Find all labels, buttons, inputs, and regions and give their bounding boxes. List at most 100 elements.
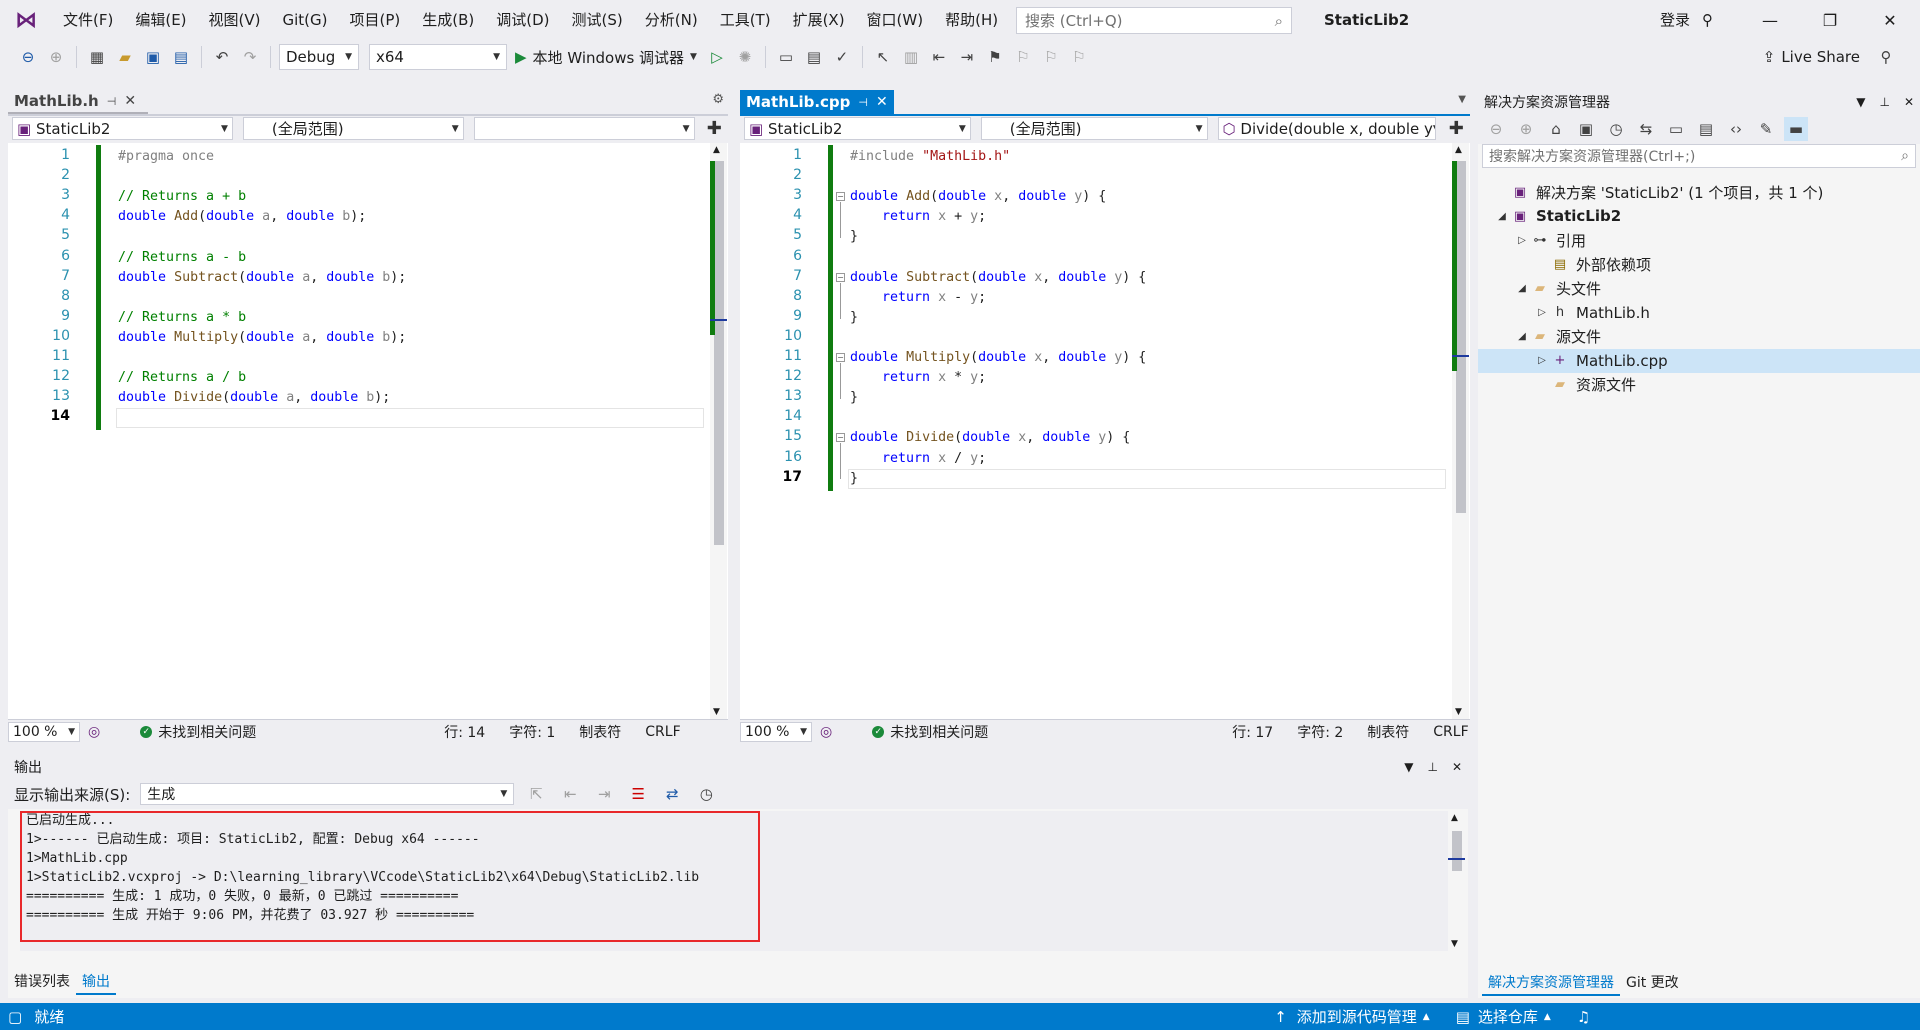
forward-icon[interactable]: ⊕ <box>1514 117 1538 141</box>
tab-git-changes[interactable]: Git 更改 <box>1620 970 1685 996</box>
sync-icon[interactable]: ⇆ <box>1634 117 1658 141</box>
select-repo-button[interactable]: 选择仓库 <box>1478 1006 1538 1027</box>
bookmark-next-icon[interactable]: ⚐ <box>1039 45 1063 69</box>
tab-list-dropdown-icon[interactable]: ▼ <box>1458 94 1466 105</box>
bookmark-clear-icon[interactable]: ⚐ <box>1067 45 1091 69</box>
code-line[interactable]: // Returns a + b <box>118 187 246 207</box>
browse-icon[interactable]: ▭ <box>774 45 798 69</box>
editor-scrollbar[interactable]: ▲ ▼ <box>710 143 727 719</box>
code-line[interactable]: // Returns a / b <box>118 368 246 388</box>
tab-output[interactable]: 输出 <box>76 969 116 995</box>
project-combo[interactable]: ▣ StaticLib2 ▼ <box>12 117 233 140</box>
char-indicator[interactable]: 字符: 2 <box>1297 722 1343 742</box>
notifications-icon[interactable]: ♫ <box>1577 1008 1590 1026</box>
expanded-arrow-icon[interactable]: ◢ <box>1514 283 1530 294</box>
fold-toggle-icon[interactable]: − <box>836 272 845 282</box>
scroll-down-icon[interactable]: ▼ <box>1451 939 1458 949</box>
char-indicator[interactable]: 字符: 1 <box>509 722 555 742</box>
bookmark-prev-icon[interactable]: ⚐ <box>1011 45 1035 69</box>
settings-gear-icon[interactable]: ⚙ <box>712 92 724 107</box>
close-panel-icon[interactable]: ✕ <box>1904 95 1914 109</box>
platform-select[interactable]: x64 ▼ <box>369 44 507 70</box>
left-code-editor[interactable]: 1 #pragma once 2 3 // Returns a + b 4 double A… <box>8 143 728 719</box>
new-project-icon[interactable]: ▦ <box>85 45 109 69</box>
menu-item[interactable]: 编辑(E) <box>124 0 197 40</box>
code-line[interactable]: double Add(double a, double b); <box>118 207 366 227</box>
fold-toggle-icon[interactable]: − <box>836 433 845 443</box>
tree-item[interactable]: ▣ 解决方案 'StaticLib2' (1 个项目，共 1 个) <box>1478 180 1920 204</box>
preview-icon[interactable]: ▬ <box>1784 117 1808 141</box>
bookmark-icon[interactable]: ⚑ <box>983 45 1007 69</box>
fold-toggle-icon[interactable]: − <box>836 353 845 362</box>
start-without-debugging-icon[interactable]: ▷ <box>705 45 729 69</box>
tree-item[interactable]: ◢ ▰ 头文件 <box>1478 276 1920 300</box>
switch-views-icon[interactable]: ▣ <box>1574 117 1598 141</box>
scroll-thumb[interactable] <box>714 161 724 545</box>
menu-item[interactable]: 文件(F) <box>52 0 124 40</box>
timestamps-icon[interactable]: ◷ <box>694 782 718 806</box>
view-code-icon[interactable]: ‹› <box>1724 117 1748 141</box>
scroll-down-icon[interactable]: ▼ <box>713 707 720 717</box>
code-line[interactable]: return x / y; <box>850 449 986 469</box>
spell-check-icon[interactable]: ✓ <box>830 45 854 69</box>
menu-item[interactable]: 扩展(X) <box>782 0 856 40</box>
pin-icon[interactable]: ⊣ <box>858 96 868 109</box>
menu-item[interactable]: 窗口(W) <box>856 0 935 40</box>
eol-indicator[interactable]: CRLF <box>1433 724 1468 740</box>
line-indicator[interactable]: 行: 14 <box>444 722 485 742</box>
next-message-icon[interactable]: ⇥ <box>592 782 616 806</box>
scroll-up-icon[interactable]: ▲ <box>1451 813 1458 823</box>
menu-item[interactable]: 帮助(H) <box>934 0 1009 40</box>
properties-icon[interactable]: ✎ <box>1754 117 1778 141</box>
tree-item[interactable]: ▤ 外部依赖项 <box>1478 252 1920 276</box>
tree-item[interactable]: ◢ ▰ 源文件 <box>1478 325 1920 349</box>
step-icon[interactable]: ▥ <box>899 45 923 69</box>
tabs-indicator[interactable]: 制表符 <box>579 722 621 742</box>
scroll-up-icon[interactable]: ▲ <box>1455 145 1462 155</box>
split-editor-icon[interactable]: ✚ <box>1446 118 1466 139</box>
output-scrollbar[interactable]: ▲ ▼ <box>1448 811 1465 951</box>
code-line[interactable]: #include "MathLib.h" <box>850 147 1010 167</box>
code-line[interactable]: // Returns a - b <box>118 248 246 268</box>
code-line[interactable]: double Subtract(double x, double y) { <box>850 268 1146 288</box>
scroll-thumb[interactable] <box>1452 831 1462 871</box>
zoom-combo[interactable]: 100 % ▼ <box>8 721 80 742</box>
start-debugging-button[interactable]: ▶ 本地 Windows 调试器 ▼ <box>511 47 701 68</box>
save-all-icon[interactable]: ▤ <box>169 45 193 69</box>
toggle-word-wrap-icon[interactable]: ⇄ <box>660 782 684 806</box>
account-settings-icon[interactable]: ⚲ <box>1702 0 1713 40</box>
editor-scrollbar[interactable]: ▲ ▼ <box>1452 143 1469 719</box>
minimize-button[interactable]: — <box>1740 0 1800 40</box>
scroll-thumb[interactable] <box>1456 161 1466 513</box>
issues-label[interactable]: 未找到相关问题 <box>158 722 256 742</box>
code-line[interactable]: double Multiply(double a, double b); <box>118 328 406 348</box>
code-line[interactable]: double Divide(double a, double b); <box>118 388 390 408</box>
tree-item[interactable]: ▷ h MathLib.h <box>1478 301 1920 325</box>
close-tab-icon[interactable]: ✕ <box>124 93 136 109</box>
redo-icon[interactable]: ↷ <box>238 45 262 69</box>
line-indicator[interactable]: 行: 17 <box>1232 722 1273 742</box>
tab-mathlib-h[interactable]: MathLib.h ⊣ ✕ <box>8 90 148 114</box>
tree-item[interactable]: ▷ ⊶ 引用 <box>1478 228 1920 252</box>
chevron-up-icon[interactable]: ▲ <box>1423 1012 1430 1022</box>
tab-solution-explorer[interactable]: 解决方案资源管理器 <box>1482 970 1620 996</box>
prev-message-icon[interactable]: ⇤ <box>558 782 582 806</box>
code-line[interactable]: double Multiply(double x, double y) { <box>850 348 1146 368</box>
code-line[interactable]: // Returns a * b <box>118 308 246 328</box>
menu-item[interactable]: 测试(S) <box>561 0 634 40</box>
project-combo[interactable]: ▣ StaticLib2 ▼ <box>744 117 971 140</box>
code-line[interactable]: } <box>850 388 858 408</box>
scroll-down-icon[interactable]: ▼ <box>1455 707 1462 717</box>
eol-indicator[interactable]: CRLF <box>645 724 680 740</box>
member-combo[interactable]: ⬡ Divide(double x, double y▼ <box>1217 117 1437 140</box>
output-source-select[interactable]: 生成 ▼ <box>140 783 515 805</box>
menu-item[interactable]: 生成(B) <box>411 0 485 40</box>
code-line[interactable]: } <box>850 227 858 247</box>
zoom-combo[interactable]: 100 % ▼ <box>740 721 812 742</box>
scope-combo[interactable]: (全局范围) ▼ <box>980 117 1208 140</box>
tab-error-list[interactable]: 错误列表 <box>8 969 76 995</box>
scope-combo[interactable]: (全局范围) ▼ <box>242 117 464 140</box>
code-line[interactable]: double Add(double x, double y) { <box>850 187 1106 207</box>
navigate-forward-icon[interactable]: ⊕ <box>44 45 68 69</box>
fold-toggle-icon[interactable]: − <box>836 192 845 202</box>
